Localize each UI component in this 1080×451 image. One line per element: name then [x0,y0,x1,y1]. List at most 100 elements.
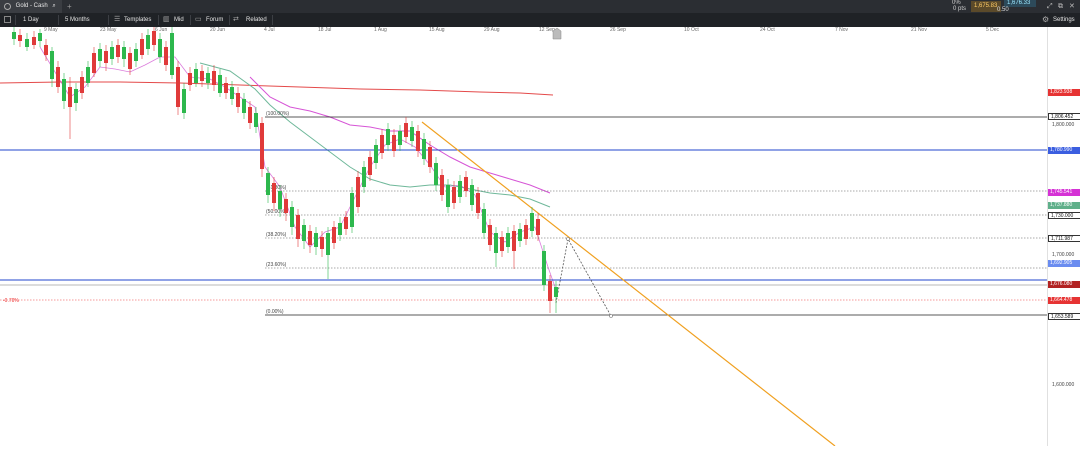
candle-body [392,135,396,151]
candle-body [416,131,420,151]
candle-body [446,185,450,207]
candle-body [374,145,378,163]
close-icon[interactable]: ✕ [1069,0,1075,13]
date-label: 9 May [44,27,58,33]
add-tab-icon[interactable]: + [67,0,72,13]
candle-body [530,213,534,231]
candle-body [548,281,552,301]
date-label: 15 Aug [429,27,445,33]
candle-body [458,181,462,197]
candle-body [116,45,120,57]
candle-body [164,47,168,65]
price-badge: 1,664.478 [1048,297,1080,304]
orange-trendline[interactable] [421,121,836,447]
candle-body [518,229,522,241]
candle-body [386,129,390,145]
candle-body [356,177,360,207]
price-tick-1800: 1,800.000 [1052,122,1075,128]
candle-body [242,99,246,113]
candle-body [332,227,336,243]
date-label: 5 Dec [986,27,1000,33]
interval-select[interactable]: 1 Day [17,13,45,27]
projection-point-2[interactable] [609,314,613,318]
candle-body [146,35,150,49]
grid-menu-icon[interactable] [4,16,11,23]
candle-body [464,177,468,191]
price-chart[interactable]: 9 May 23 May 6 Jun 20 Jun 4 Jul 18 Jul 1 Aug 15… [0,27,1080,447]
price-badge: 1,676.080 [1048,281,1080,288]
candle-body [272,183,276,203]
candle-body [25,39,29,47]
buy-price: 1,676.33 [1007,0,1031,6]
candle-body [488,225,492,245]
fib-label-382: (38.20%) [266,232,287,238]
candle-body [398,131,402,145]
date-label: 7 Nov [835,27,849,33]
change-pts: 0 pts [953,6,967,12]
candle-body [278,191,282,209]
candle-body [524,225,528,239]
candle-body [308,231,312,245]
templates-button[interactable]: Templates [118,13,157,27]
candle-body [254,113,258,127]
candle-body [50,51,54,79]
range-select[interactable]: 5 Months [59,13,96,27]
candle-body [512,231,516,251]
date-label: 1 Aug [374,27,387,33]
ma-5-line [39,46,556,288]
expand-icon[interactable]: ⤢ [1047,0,1053,13]
mid-button[interactable]: Mid [168,13,190,27]
candle-body [536,219,540,235]
candle-body [434,163,438,185]
candle-body [482,209,486,233]
tab-gold-cash[interactable]: Gold - Cash ⌕ [0,0,62,13]
candle-body [428,147,432,167]
candle-body [152,31,156,45]
date-label: 6 Jun [155,27,167,33]
projection-path[interactable] [555,237,612,317]
candle-body [98,49,102,61]
price-badge: 1,730.000 [1048,212,1080,219]
forum-button[interactable]: Forum [200,13,229,27]
price-badge: 1,711.987 [1048,235,1080,242]
candlestick-series [12,27,558,313]
candle-body [158,39,162,57]
candle-body [18,35,22,41]
candle-body [410,127,414,141]
fib-label-100: (100.00%) [266,111,289,117]
candle-body [284,199,288,213]
chart-canvas[interactable]: 9 May 23 May 6 Jun 20 Jun 4 Jul 18 Jul 1 Aug 15… [0,27,1080,447]
candle-body [506,233,510,247]
date-label: 10 Oct [684,27,699,33]
projection-point-1[interactable] [566,237,570,241]
candle-body [248,107,252,123]
related-button[interactable]: Related [240,13,273,27]
candle-body [38,33,42,41]
candle-body [500,237,504,251]
date-label: 20 Jun [210,27,225,33]
price-badge: 1,780.990 [1048,147,1080,154]
date-label: 23 May [100,27,117,33]
candle-body [236,93,240,107]
price-axis[interactable]: 1,800.000 1,700.000 1,600.000 1,823.938 1… [1047,27,1080,446]
candle-body [44,45,48,55]
candle-body [326,233,330,255]
candle-body [476,193,480,213]
candle-body [68,87,72,107]
candle-body [302,225,306,241]
candle-body [314,233,318,247]
buy-price-button[interactable]: 1,676.33 [1004,0,1036,7]
candle-body [200,71,204,81]
date-label: 21 Nov [911,27,927,33]
pct-change-label: -0.70% [3,298,19,304]
candle-body [128,53,132,69]
search-icon[interactable]: ⌕ [52,3,55,9]
candle-body [212,71,216,85]
fib-label-236: (23.60%) [266,262,287,268]
candle-body [62,79,66,101]
popout-icon[interactable]: ⧉ [1058,0,1063,13]
candle-body [218,75,222,93]
settings-button[interactable]: Settings [1047,13,1080,27]
candle-body [56,67,60,87]
candle-body [362,167,366,187]
